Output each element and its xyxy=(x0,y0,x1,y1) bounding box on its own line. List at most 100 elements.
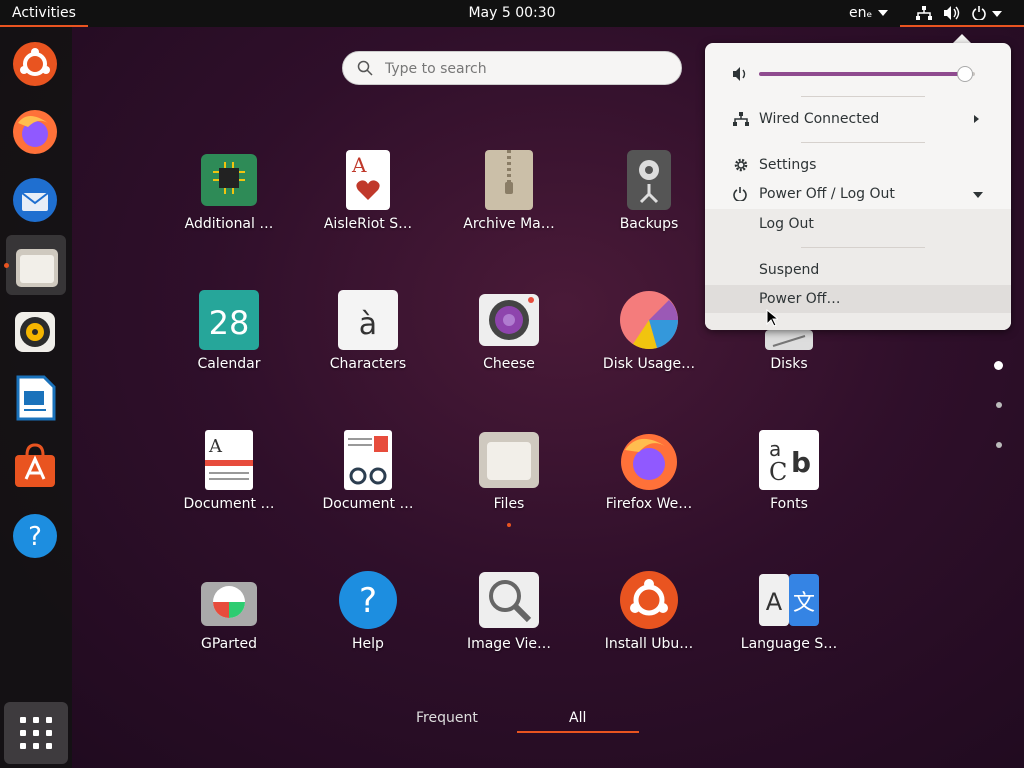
power-off-item[interactable]: Power Off… xyxy=(705,285,1011,313)
clock[interactable]: May 5 00:30 xyxy=(468,5,555,21)
scanner-icon: A xyxy=(205,430,253,490)
app-label: Characters xyxy=(329,356,407,372)
wired-connection-item[interactable]: Wired Connected xyxy=(705,105,1011,133)
app-disk-usage[interactable]: Disk Usage… xyxy=(579,280,719,400)
app-language-support[interactable]: A文 Language S… xyxy=(719,560,859,680)
archive-zip-icon xyxy=(485,150,533,210)
app-files[interactable]: Files xyxy=(439,420,579,540)
app-archive-manager[interactable]: Archive Ma… xyxy=(439,140,579,260)
tab-frequent[interactable]: Frequent xyxy=(416,710,478,726)
svg-text:A: A xyxy=(351,153,367,177)
separator xyxy=(801,247,925,248)
chevron-down-icon xyxy=(878,10,889,16)
activities-button[interactable]: Activities xyxy=(0,0,88,27)
app-additional-drivers[interactable]: Additional … xyxy=(159,140,299,260)
log-out-label: Log Out xyxy=(759,216,814,232)
fonts-icon: aC b xyxy=(759,430,819,490)
chevron-down-icon xyxy=(992,11,1002,17)
app-fonts[interactable]: aCb Fonts xyxy=(719,420,859,540)
character-glyph: à xyxy=(359,307,377,342)
running-indicator xyxy=(4,263,9,268)
language-icon: A文 xyxy=(759,574,819,626)
app-label: Disk Usage… xyxy=(602,356,696,372)
playing-card-icon: A xyxy=(346,150,390,210)
top-bar: Activities May 5 00:30 enₑ xyxy=(0,0,1024,27)
app-calendar[interactable]: 28 Calendar xyxy=(159,280,299,400)
volume-icon xyxy=(944,6,960,20)
page-indicator[interactable] xyxy=(996,442,1002,448)
ubuntu-logo-icon xyxy=(620,571,678,629)
app-label: Help xyxy=(352,636,384,652)
svg-text:b: b xyxy=(791,446,811,479)
app-label: Install Ubu… xyxy=(604,636,694,652)
log-out-item[interactable]: Log Out xyxy=(705,210,1011,238)
app-backups[interactable]: Backups xyxy=(579,140,719,260)
help-icon: ? xyxy=(339,571,397,629)
magnifier-image-icon xyxy=(479,572,539,628)
power-icon xyxy=(733,187,747,201)
firefox-icon xyxy=(13,110,57,154)
app-label: GParted xyxy=(201,636,257,652)
power-off-log-out-item[interactable]: Power Off / Log Out xyxy=(705,180,1011,208)
app-label: AisleRiot S… xyxy=(323,216,413,232)
search-box[interactable] xyxy=(342,51,682,86)
tab-all-indicator xyxy=(517,731,639,733)
wired-label: Wired Connected xyxy=(759,111,880,127)
network-wired-icon xyxy=(733,112,749,126)
language-indicator[interactable]: enₑ xyxy=(849,0,889,27)
search-input[interactable] xyxy=(383,52,667,86)
suspend-label: Suspend xyxy=(759,262,820,278)
page-indicator-active[interactable] xyxy=(994,361,1003,370)
app-cheese[interactable]: Cheese xyxy=(439,280,579,400)
speaker-icon xyxy=(15,312,55,352)
app-install-ubuntu[interactable]: Install Ubu… xyxy=(579,560,719,680)
app-label: Language S… xyxy=(740,636,838,652)
svg-text:文: 文 xyxy=(793,591,815,616)
suspend-item[interactable]: Suspend xyxy=(705,256,1011,284)
app-label: Archive Ma… xyxy=(463,216,555,232)
network-wired-icon xyxy=(916,6,932,20)
app-aisleriot[interactable]: A AisleRiot S… xyxy=(298,140,438,260)
app-label: Image Vie… xyxy=(466,636,552,652)
svg-text:?: ? xyxy=(28,522,42,552)
dock-item-files[interactable] xyxy=(6,235,66,295)
app-label: Calendar xyxy=(197,356,261,372)
svg-text:?: ? xyxy=(359,581,377,621)
app-label: Document … xyxy=(322,496,414,512)
thunderbird-icon xyxy=(13,178,57,222)
search-icon xyxy=(357,60,373,76)
volume-slider-handle[interactable] xyxy=(957,66,973,82)
dock-item-software-center[interactable] xyxy=(6,439,66,499)
app-image-viewer[interactable]: Image Vie… xyxy=(439,560,579,680)
document-writer-icon xyxy=(16,375,56,421)
safe-icon xyxy=(627,150,671,210)
app-document-viewer[interactable]: Document … xyxy=(298,420,438,540)
settings-label: Settings xyxy=(759,157,817,173)
app-label: Firefox We… xyxy=(605,496,693,512)
separator xyxy=(801,96,925,97)
help-icon: ? xyxy=(13,514,57,558)
dock: ? xyxy=(0,27,72,768)
system-menu: Wired Connected Settings Power Off / Log… xyxy=(705,43,1011,330)
app-label: Files xyxy=(493,496,525,512)
system-menu-button[interactable] xyxy=(900,0,1024,27)
running-indicator xyxy=(507,523,511,527)
app-gparted[interactable]: GParted xyxy=(159,560,299,680)
tab-all[interactable]: All xyxy=(569,710,586,726)
dock-item-firefox[interactable] xyxy=(6,103,66,163)
app-help[interactable]: ? Help xyxy=(298,560,438,680)
dock-item-ubuntu-software[interactable] xyxy=(6,35,66,95)
dock-item-writer[interactable] xyxy=(6,371,66,431)
app-firefox[interactable]: Firefox We… xyxy=(579,420,719,540)
shopping-bag-icon xyxy=(15,443,55,487)
dock-item-rhythmbox[interactable] xyxy=(6,303,66,363)
camera-icon xyxy=(479,294,539,346)
page-indicator[interactable] xyxy=(996,402,1002,408)
app-document-scanner[interactable]: A Document … xyxy=(159,420,299,540)
dock-item-help[interactable]: ? xyxy=(6,507,66,567)
app-characters[interactable]: à Characters xyxy=(298,280,438,400)
show-applications-button[interactable] xyxy=(4,702,68,764)
settings-item[interactable]: Settings xyxy=(705,151,1011,179)
volume-slider[interactable] xyxy=(759,72,975,76)
dock-item-thunderbird[interactable] xyxy=(6,171,66,231)
